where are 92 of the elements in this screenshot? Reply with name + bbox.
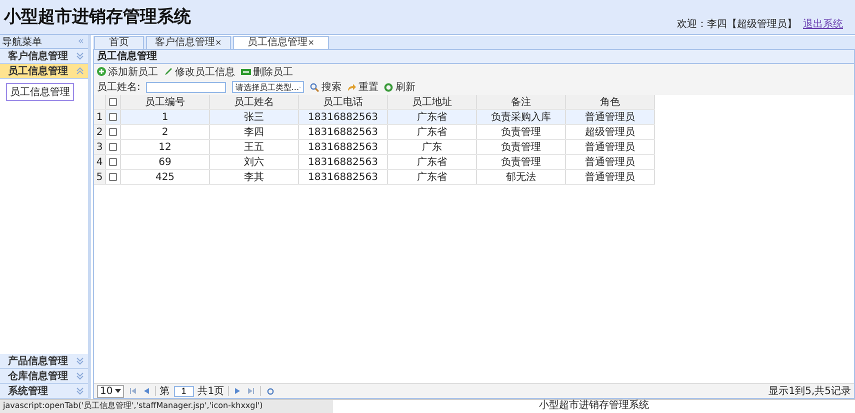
previous-page-icon[interactable] [144, 388, 149, 394]
panel-title: 员工信息管理 [94, 50, 854, 64]
app-title: 小型超市进销存管理系统 [4, 6, 191, 29]
table-cell: 1 [120, 110, 210, 124]
table-cell: 张三 [210, 110, 298, 124]
row-number: 5 [94, 170, 106, 184]
refresh-icon [384, 82, 394, 92]
accordion-header[interactable]: 仓库信息管理 [0, 369, 88, 384]
table-cell: 2 [120, 124, 210, 140]
table-cell: 广东省 [388, 110, 476, 124]
table-cell: 普通管理员 [566, 110, 654, 124]
logout-link[interactable]: 退出系统 [803, 17, 843, 31]
column-header[interactable]: 员工地址 [388, 95, 476, 110]
row-checkbox[interactable] [109, 142, 117, 151]
accordion-header[interactable]: 员工信息管理 [0, 64, 88, 79]
column-header[interactable]: 员工电话 [298, 95, 388, 110]
table-cell: 负责管理 [476, 140, 566, 154]
type-select[interactable]: 请选择员工类型... [232, 81, 304, 93]
accordion-header[interactable]: 客户信息管理 [0, 49, 88, 64]
page-size-select[interactable]: 10 [97, 384, 124, 398]
welcome-text: 欢迎：李四【超级管理员】 [677, 18, 797, 31]
row-number: 3 [94, 140, 106, 154]
row-number: 2 [94, 124, 106, 140]
search-button[interactable]: 搜索 [310, 80, 342, 94]
delete-button[interactable]: 删除员工 [241, 64, 293, 78]
row-checkbox[interactable] [109, 158, 117, 166]
table-cell: 负责采购入库 [476, 110, 566, 124]
column-header[interactable]: 备注 [476, 95, 566, 110]
nav-title: 导航菜单 [2, 36, 42, 48]
accordion-header[interactable]: 系统管理 [0, 384, 88, 399]
refresh-button[interactable]: 刷新 [384, 80, 416, 94]
table-cell: 广东省 [388, 170, 476, 184]
edit-button[interactable]: 修改员工信息 [164, 64, 235, 78]
select-all-checkbox[interactable] [109, 98, 117, 106]
chevron-icon [76, 357, 84, 365]
add-button[interactable]: 添加新员工 [97, 64, 158, 78]
row-number: 4 [94, 154, 106, 170]
minus-icon [241, 68, 251, 74]
table-cell: 广东省 [388, 154, 476, 170]
table-cell: 12 [120, 140, 210, 154]
table-cell: 广东 [388, 140, 476, 154]
table-cell: 18316882563 [298, 124, 388, 140]
field-label: 员工姓名: [97, 81, 140, 94]
tab[interactable]: 客户信息管理× [146, 36, 231, 49]
status-text: 小型超市进销存管理系统 [538, 400, 650, 413]
table-cell: 425 [120, 170, 210, 184]
page-input[interactable]: 1 [174, 386, 194, 396]
table-cell: 负责管理 [476, 154, 566, 170]
table-cell: 超级管理员 [566, 124, 654, 140]
table-cell: 负责管理 [476, 124, 566, 140]
table-cell: 普通管理员 [566, 140, 654, 154]
table-cell: 18316882563 [298, 154, 388, 170]
reset-button[interactable]: 重置 [347, 80, 378, 94]
table-cell: 69 [120, 154, 210, 170]
total-pages: 共1页 [198, 384, 224, 398]
page-label: 第 [160, 385, 170, 398]
next-page-icon[interactable] [235, 388, 240, 394]
chevron-icon [76, 387, 84, 395]
table-cell: 广东省 [388, 124, 476, 140]
table-cell: 普通管理员 [566, 154, 654, 170]
status-url: javascript:openTab('员工信息管理','staffManager.jsp','icon-khxxgl') [0, 400, 333, 413]
chevron-icon [76, 372, 84, 380]
tab[interactable]: 员工信息管理× [232, 36, 330, 49]
column-header[interactable]: 角色 [566, 95, 654, 110]
column-header[interactable]: 员工姓名 [210, 95, 298, 110]
table-cell: 普通管理员 [566, 170, 654, 184]
name-input[interactable] [146, 82, 226, 92]
chevron-icon [76, 67, 84, 75]
row-checkbox[interactable] [109, 112, 117, 121]
chevron-icon [76, 52, 84, 60]
pencil-icon [164, 67, 173, 76]
table-cell: 李四 [210, 124, 298, 140]
row-checkbox[interactable] [109, 172, 117, 181]
column-header[interactable]: 员工编号 [120, 95, 210, 110]
table-cell: 刘六 [210, 154, 298, 170]
table-cell: 18316882563 [298, 140, 388, 154]
row-checkbox[interactable] [109, 128, 117, 136]
pager-info: 显示1到5,共5记录 [768, 384, 851, 398]
tab[interactable]: 首页 [94, 36, 144, 49]
table-cell: 郁无法 [476, 170, 566, 184]
table-cell: 18316882563 [298, 110, 388, 124]
plus-icon [97, 67, 106, 76]
sidebar-item[interactable]: 员工信息管理 [6, 83, 74, 101]
row-number: 1 [94, 110, 106, 124]
table-cell: 王五 [210, 140, 298, 154]
refresh-icon[interactable] [267, 388, 274, 394]
reset-icon [347, 82, 356, 92]
dropdown-arrow-icon [114, 389, 121, 393]
accordion-header[interactable]: 产品信息管理 [0, 354, 88, 369]
table-cell: 18316882563 [298, 170, 388, 184]
search-icon [310, 82, 320, 92]
table-cell: 李其 [210, 170, 298, 184]
